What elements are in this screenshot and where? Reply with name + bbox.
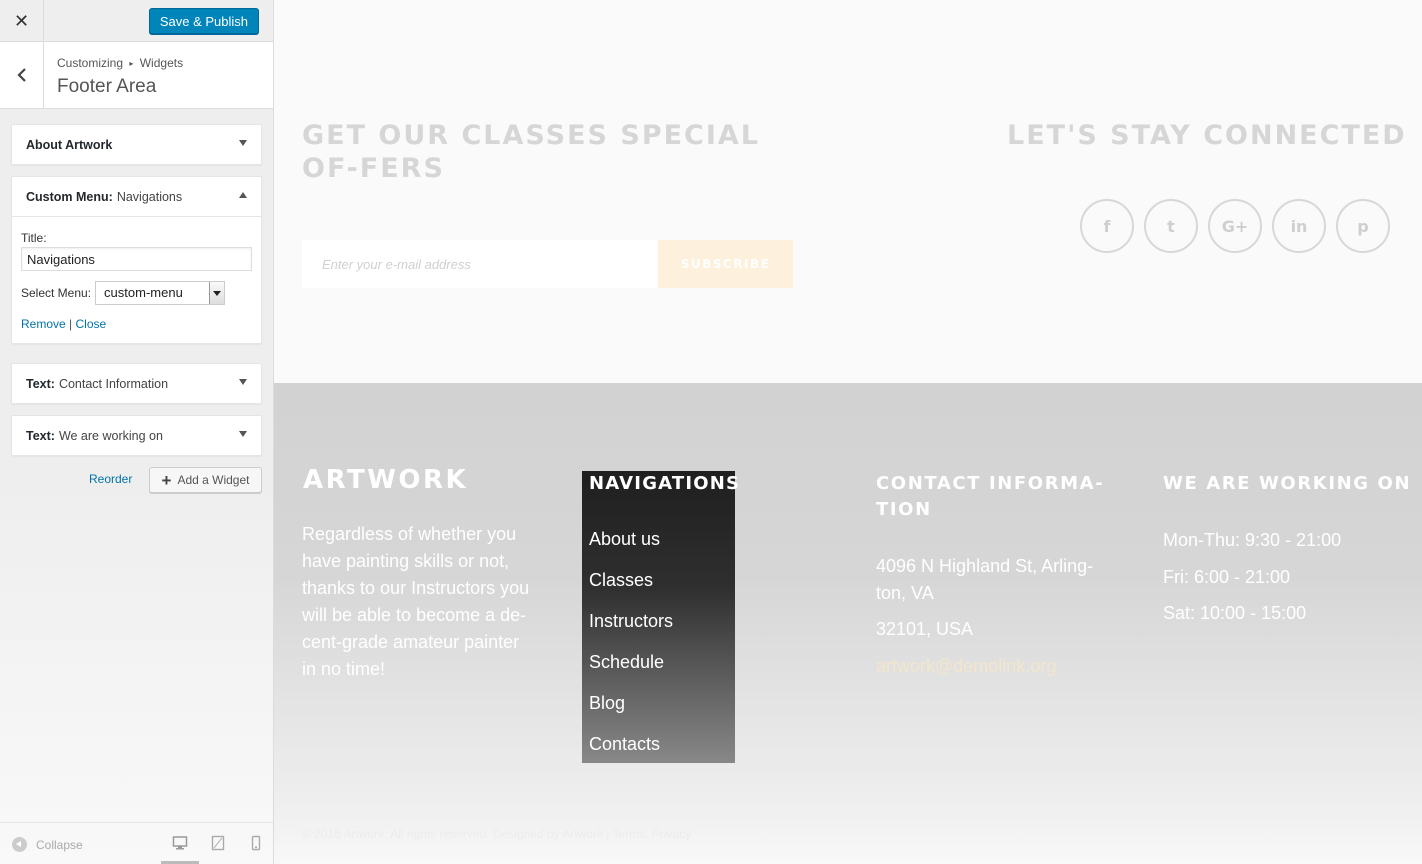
plus-icon: +: [161, 470, 172, 490]
address-line-1: 4096 N Highland St, Arling-ton, VA: [876, 556, 1094, 603]
email-subscribe-input[interactable]: [302, 240, 657, 288]
widget-header[interactable]: Text: We are working on: [12, 416, 261, 455]
nav-link-about-us[interactable]: About us: [589, 529, 660, 550]
section-title: Footer Area: [57, 76, 157, 97]
tablet-icon[interactable]: [210, 835, 226, 851]
newsletter-section: GET OUR CLASSES SPECIAL OF-FERS SUBSCRIB…: [274, 0, 1422, 383]
breadcrumb: Customizing ▸ Widgets: [57, 56, 183, 70]
linkedin-icon[interactable]: in: [1272, 199, 1326, 253]
widget-title: Navigations: [116, 189, 183, 204]
customizer-topbar: ✕ Save & Publish: [0, 0, 273, 42]
offers-heading: GET OUR CLASSES SPECIAL OF-FERS: [302, 120, 761, 184]
working-hours-heading: WE ARE WORKING ON: [1163, 473, 1412, 494]
nav-link-blog[interactable]: Blog: [589, 693, 625, 714]
collapse-button[interactable]: Collapse: [12, 837, 83, 852]
nav-link-classes[interactable]: Classes: [589, 570, 653, 591]
back-button[interactable]: [0, 42, 44, 108]
breadcrumb-parent: Customizing: [57, 56, 124, 70]
widget-working-hours: Text: We are working on: [11, 415, 262, 456]
section-header: Customizing ▸ Widgets Footer Area: [0, 42, 273, 109]
save-publish-button[interactable]: Save & Publish: [148, 8, 259, 34]
collapse-arrow-icon[interactable]: [239, 192, 247, 198]
widget-actions: Remove | Close: [21, 317, 252, 331]
close-link[interactable]: Close: [76, 317, 107, 331]
widget-type: Text:: [26, 376, 55, 391]
hours-mon-thu: Mon-Thu: 9:30 - 21:00: [1163, 530, 1342, 550]
widget-header[interactable]: Text: Contact Information: [12, 364, 261, 403]
collapse-label: Collapse: [36, 837, 83, 852]
widget-contact-information: Text: Contact Information: [11, 363, 262, 404]
widget-title: We are working on: [58, 428, 163, 443]
pinterest-icon[interactable]: p: [1336, 199, 1390, 253]
select-menu-row: Select Menu: custom-menu: [21, 281, 252, 305]
customizer-footer: Collapse: [0, 822, 274, 864]
mobile-icon[interactable]: [248, 835, 264, 851]
breadcrumb-separator-icon: ▸: [129, 59, 134, 68]
navigations-heading: NAVIGATIONS: [589, 473, 741, 494]
contact-heading: CONTACT INFORMA-TION: [876, 473, 1105, 520]
address-line-2: 32101, USA: [876, 619, 974, 639]
widget-header[interactable]: About Artwork: [12, 125, 261, 164]
expand-arrow-icon[interactable]: [239, 431, 247, 437]
widget-header[interactable]: Custom Menu: Navigations: [12, 177, 261, 216]
expand-arrow-icon[interactable]: [239, 140, 247, 146]
expand-arrow-icon[interactable]: [239, 379, 247, 385]
widget-about-artwork: About Artwork: [11, 124, 262, 165]
reorder-link[interactable]: Reorder: [89, 472, 132, 486]
subscribe-button[interactable]: SUBSCRIBE: [658, 240, 793, 288]
nav-link-instructors[interactable]: Instructors: [589, 611, 673, 632]
about-text: Regardless of whether you have painting …: [302, 524, 530, 679]
add-widget-button[interactable]: + Add a Widget: [149, 467, 262, 493]
close-icon: ✕: [13, 10, 30, 32]
hours-fri: Fri: 6:00 - 21:00: [1163, 567, 1291, 587]
contact-email-link[interactable]: artwork@demolink.org: [876, 653, 1056, 680]
close-customizer-button[interactable]: ✕: [0, 0, 44, 42]
remove-link[interactable]: Remove: [21, 317, 66, 331]
collapse-icon: [12, 837, 27, 852]
title-input[interactable]: [21, 247, 252, 271]
hours-sat: Sat: 10:00 - 15:00: [1163, 603, 1307, 623]
site-preview: GET OUR CLASSES SPECIAL OF-FERS SUBSCRIB…: [274, 0, 1422, 864]
google-plus-icon[interactable]: G+: [1208, 199, 1262, 253]
copyright-text: © 2016 Artwork. All rights reserved. Des…: [302, 827, 692, 841]
widget-type: About Artwork: [26, 137, 113, 152]
action-separator: |: [69, 317, 73, 331]
widget-type: Custom Menu:: [26, 189, 113, 204]
widget-form: Title: Select Menu: custom-menu Remove |…: [12, 216, 261, 343]
nav-link-contacts[interactable]: Contacts: [589, 734, 660, 755]
dropdown-arrow-icon[interactable]: [209, 282, 225, 304]
artwork-heading: ARTWORK: [303, 465, 469, 495]
select-menu-value: custom-menu: [104, 285, 183, 300]
widget-title: Contact Information: [58, 376, 169, 391]
widget-type: Text:: [26, 428, 55, 443]
title-label: Title:: [21, 231, 47, 245]
connected-heading: LET'S STAY CONNECTED: [1007, 120, 1407, 151]
chevron-left-icon: [16, 68, 26, 82]
customizer-sidebar: ✕ Save & Publish Customizing ▸ Widgets F…: [0, 0, 274, 864]
add-widget-label: Add a Widget: [177, 473, 250, 487]
footer-section: ARTWORK Regardless of whether you have p…: [274, 383, 1422, 864]
nav-link-schedule[interactable]: Schedule: [589, 652, 664, 673]
select-menu-dropdown[interactable]: custom-menu: [95, 281, 226, 305]
widget-custom-menu: Custom Menu: Navigations Title: Select M…: [11, 176, 262, 344]
desktop-icon[interactable]: [172, 835, 188, 851]
select-menu-label: Select Menu:: [21, 286, 92, 300]
navigations-widget: NAVIGATIONS About us Classes Instructors…: [582, 471, 739, 763]
breadcrumb-child: Widgets: [139, 56, 184, 70]
facebook-icon[interactable]: f: [1080, 199, 1134, 253]
twitter-icon[interactable]: t: [1144, 199, 1198, 253]
